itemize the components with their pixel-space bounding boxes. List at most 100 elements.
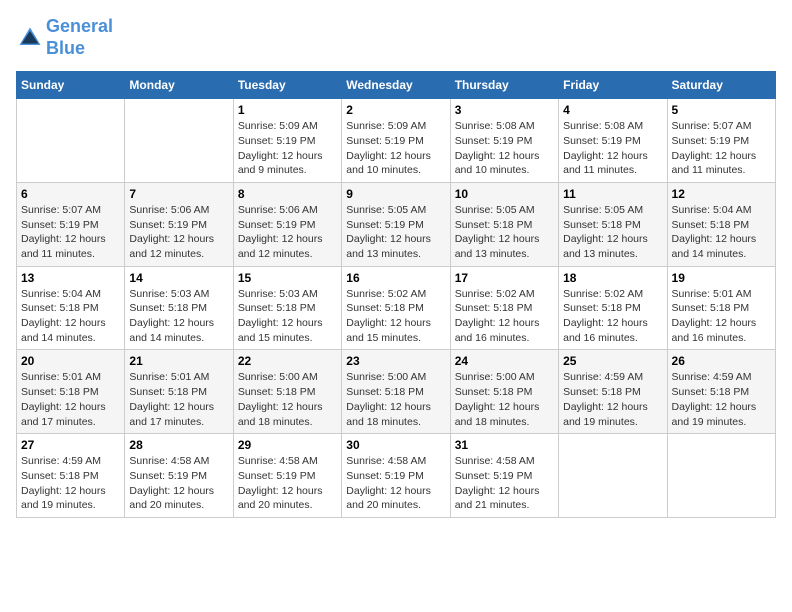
day-number: 20 <box>21 354 120 368</box>
day-info: Sunrise: 5:00 AMSunset: 5:18 PMDaylight:… <box>238 370 337 429</box>
calendar-cell: 17 Sunrise: 5:02 AMSunset: 5:18 PMDayligh… <box>450 266 558 350</box>
calendar-table: SundayMondayTuesdayWednesdayThursdayFrid… <box>16 71 776 518</box>
calendar-cell <box>17 99 125 183</box>
calendar-cell <box>667 434 775 518</box>
day-info: Sunrise: 5:06 AMSunset: 5:19 PMDaylight:… <box>129 203 228 262</box>
day-number: 2 <box>346 103 445 117</box>
logo: General Blue <box>16 16 113 59</box>
day-number: 17 <box>455 271 554 285</box>
calendar-cell: 14 Sunrise: 5:03 AMSunset: 5:18 PMDayligh… <box>125 266 233 350</box>
calendar-cell: 8 Sunrise: 5:06 AMSunset: 5:19 PMDaylight… <box>233 182 341 266</box>
col-header-friday: Friday <box>559 72 667 99</box>
col-header-tuesday: Tuesday <box>233 72 341 99</box>
day-info: Sunrise: 4:59 AMSunset: 5:18 PMDaylight:… <box>21 454 120 513</box>
calendar-cell: 6 Sunrise: 5:07 AMSunset: 5:19 PMDaylight… <box>17 182 125 266</box>
day-info: Sunrise: 5:00 AMSunset: 5:18 PMDaylight:… <box>346 370 445 429</box>
day-number: 13 <box>21 271 120 285</box>
calendar-cell <box>125 99 233 183</box>
day-number: 6 <box>21 187 120 201</box>
day-number: 27 <box>21 438 120 452</box>
day-number: 14 <box>129 271 228 285</box>
calendar-cell: 9 Sunrise: 5:05 AMSunset: 5:19 PMDaylight… <box>342 182 450 266</box>
day-info: Sunrise: 5:07 AMSunset: 5:19 PMDaylight:… <box>672 119 771 178</box>
day-info: Sunrise: 5:02 AMSunset: 5:18 PMDaylight:… <box>455 287 554 346</box>
calendar-cell: 13 Sunrise: 5:04 AMSunset: 5:18 PMDayligh… <box>17 266 125 350</box>
page-header: General Blue <box>16 16 776 59</box>
day-info: Sunrise: 5:02 AMSunset: 5:18 PMDaylight:… <box>563 287 662 346</box>
day-info: Sunrise: 5:02 AMSunset: 5:18 PMDaylight:… <box>346 287 445 346</box>
day-info: Sunrise: 4:59 AMSunset: 5:18 PMDaylight:… <box>563 370 662 429</box>
col-header-saturday: Saturday <box>667 72 775 99</box>
col-header-thursday: Thursday <box>450 72 558 99</box>
logo-icon <box>16 24 44 52</box>
col-header-sunday: Sunday <box>17 72 125 99</box>
day-number: 29 <box>238 438 337 452</box>
day-number: 5 <box>672 103 771 117</box>
calendar-cell: 26 Sunrise: 4:59 AMSunset: 5:18 PMDayligh… <box>667 350 775 434</box>
day-info: Sunrise: 5:05 AMSunset: 5:18 PMDaylight:… <box>563 203 662 262</box>
day-info: Sunrise: 4:58 AMSunset: 5:19 PMDaylight:… <box>238 454 337 513</box>
day-number: 10 <box>455 187 554 201</box>
day-number: 30 <box>346 438 445 452</box>
day-number: 3 <box>455 103 554 117</box>
calendar-cell: 29 Sunrise: 4:58 AMSunset: 5:19 PMDayligh… <box>233 434 341 518</box>
day-info: Sunrise: 5:07 AMSunset: 5:19 PMDaylight:… <box>21 203 120 262</box>
calendar-cell: 18 Sunrise: 5:02 AMSunset: 5:18 PMDayligh… <box>559 266 667 350</box>
day-info: Sunrise: 5:01 AMSunset: 5:18 PMDaylight:… <box>672 287 771 346</box>
day-number: 23 <box>346 354 445 368</box>
day-info: Sunrise: 5:06 AMSunset: 5:19 PMDaylight:… <box>238 203 337 262</box>
calendar-cell: 19 Sunrise: 5:01 AMSunset: 5:18 PMDayligh… <box>667 266 775 350</box>
day-number: 31 <box>455 438 554 452</box>
logo-text: General Blue <box>46 16 113 59</box>
calendar-cell: 20 Sunrise: 5:01 AMSunset: 5:18 PMDayligh… <box>17 350 125 434</box>
calendar-cell: 2 Sunrise: 5:09 AMSunset: 5:19 PMDaylight… <box>342 99 450 183</box>
day-number: 26 <box>672 354 771 368</box>
day-info: Sunrise: 5:01 AMSunset: 5:18 PMDaylight:… <box>129 370 228 429</box>
day-number: 28 <box>129 438 228 452</box>
calendar-cell: 28 Sunrise: 4:58 AMSunset: 5:19 PMDayligh… <box>125 434 233 518</box>
calendar-cell: 23 Sunrise: 5:00 AMSunset: 5:18 PMDayligh… <box>342 350 450 434</box>
day-number: 4 <box>563 103 662 117</box>
day-info: Sunrise: 4:58 AMSunset: 5:19 PMDaylight:… <box>455 454 554 513</box>
day-number: 19 <box>672 271 771 285</box>
calendar-cell <box>559 434 667 518</box>
day-info: Sunrise: 5:03 AMSunset: 5:18 PMDaylight:… <box>238 287 337 346</box>
day-number: 16 <box>346 271 445 285</box>
day-number: 21 <box>129 354 228 368</box>
calendar-cell: 31 Sunrise: 4:58 AMSunset: 5:19 PMDayligh… <box>450 434 558 518</box>
calendar-cell: 16 Sunrise: 5:02 AMSunset: 5:18 PMDayligh… <box>342 266 450 350</box>
calendar-cell: 7Sunrise: 5:06 AMSunset: 5:19 PMDaylight… <box>125 182 233 266</box>
day-info: Sunrise: 5:00 AMSunset: 5:18 PMDaylight:… <box>455 370 554 429</box>
day-number: 9 <box>346 187 445 201</box>
day-info: Sunrise: 4:59 AMSunset: 5:18 PMDaylight:… <box>672 370 771 429</box>
calendar-cell: 1Sunrise: 5:09 AMSunset: 5:19 PMDaylight… <box>233 99 341 183</box>
calendar-cell: 10 Sunrise: 5:05 AMSunset: 5:18 PMDayligh… <box>450 182 558 266</box>
col-header-wednesday: Wednesday <box>342 72 450 99</box>
day-info: Sunrise: 5:09 AMSunset: 5:19 PMDaylight:… <box>238 119 337 178</box>
day-info: Sunrise: 5:04 AMSunset: 5:18 PMDaylight:… <box>21 287 120 346</box>
calendar-cell: 5 Sunrise: 5:07 AMSunset: 5:19 PMDaylight… <box>667 99 775 183</box>
day-info: Sunrise: 5:05 AMSunset: 5:18 PMDaylight:… <box>455 203 554 262</box>
day-info: Sunrise: 5:09 AMSunset: 5:19 PMDaylight:… <box>346 119 445 178</box>
calendar-cell: 24Sunrise: 5:00 AMSunset: 5:18 PMDayligh… <box>450 350 558 434</box>
calendar-cell: 3Sunrise: 5:08 AMSunset: 5:19 PMDaylight… <box>450 99 558 183</box>
calendar-cell: 4Sunrise: 5:08 AMSunset: 5:19 PMDaylight… <box>559 99 667 183</box>
day-number: 25 <box>563 354 662 368</box>
calendar-cell: 15 Sunrise: 5:03 AMSunset: 5:18 PMDayligh… <box>233 266 341 350</box>
day-number: 15 <box>238 271 337 285</box>
day-number: 22 <box>238 354 337 368</box>
day-info: Sunrise: 5:01 AMSunset: 5:18 PMDaylight:… <box>21 370 120 429</box>
day-info: Sunrise: 5:03 AMSunset: 5:18 PMDaylight:… <box>129 287 228 346</box>
day-number: 18 <box>563 271 662 285</box>
day-info: Sunrise: 4:58 AMSunset: 5:19 PMDaylight:… <box>129 454 228 513</box>
calendar-cell: 30 Sunrise: 4:58 AMSunset: 5:19 PMDayligh… <box>342 434 450 518</box>
col-header-monday: Monday <box>125 72 233 99</box>
day-info: Sunrise: 5:05 AMSunset: 5:19 PMDaylight:… <box>346 203 445 262</box>
day-info: Sunrise: 5:04 AMSunset: 5:18 PMDaylight:… <box>672 203 771 262</box>
day-info: Sunrise: 4:58 AMSunset: 5:19 PMDaylight:… <box>346 454 445 513</box>
calendar-cell: 21 Sunrise: 5:01 AMSunset: 5:18 PMDayligh… <box>125 350 233 434</box>
day-number: 8 <box>238 187 337 201</box>
calendar-cell: 25 Sunrise: 4:59 AMSunset: 5:18 PMDayligh… <box>559 350 667 434</box>
calendar-cell: 11Sunrise: 5:05 AMSunset: 5:18 PMDayligh… <box>559 182 667 266</box>
calendar-cell: 22 Sunrise: 5:00 AMSunset: 5:18 PMDayligh… <box>233 350 341 434</box>
